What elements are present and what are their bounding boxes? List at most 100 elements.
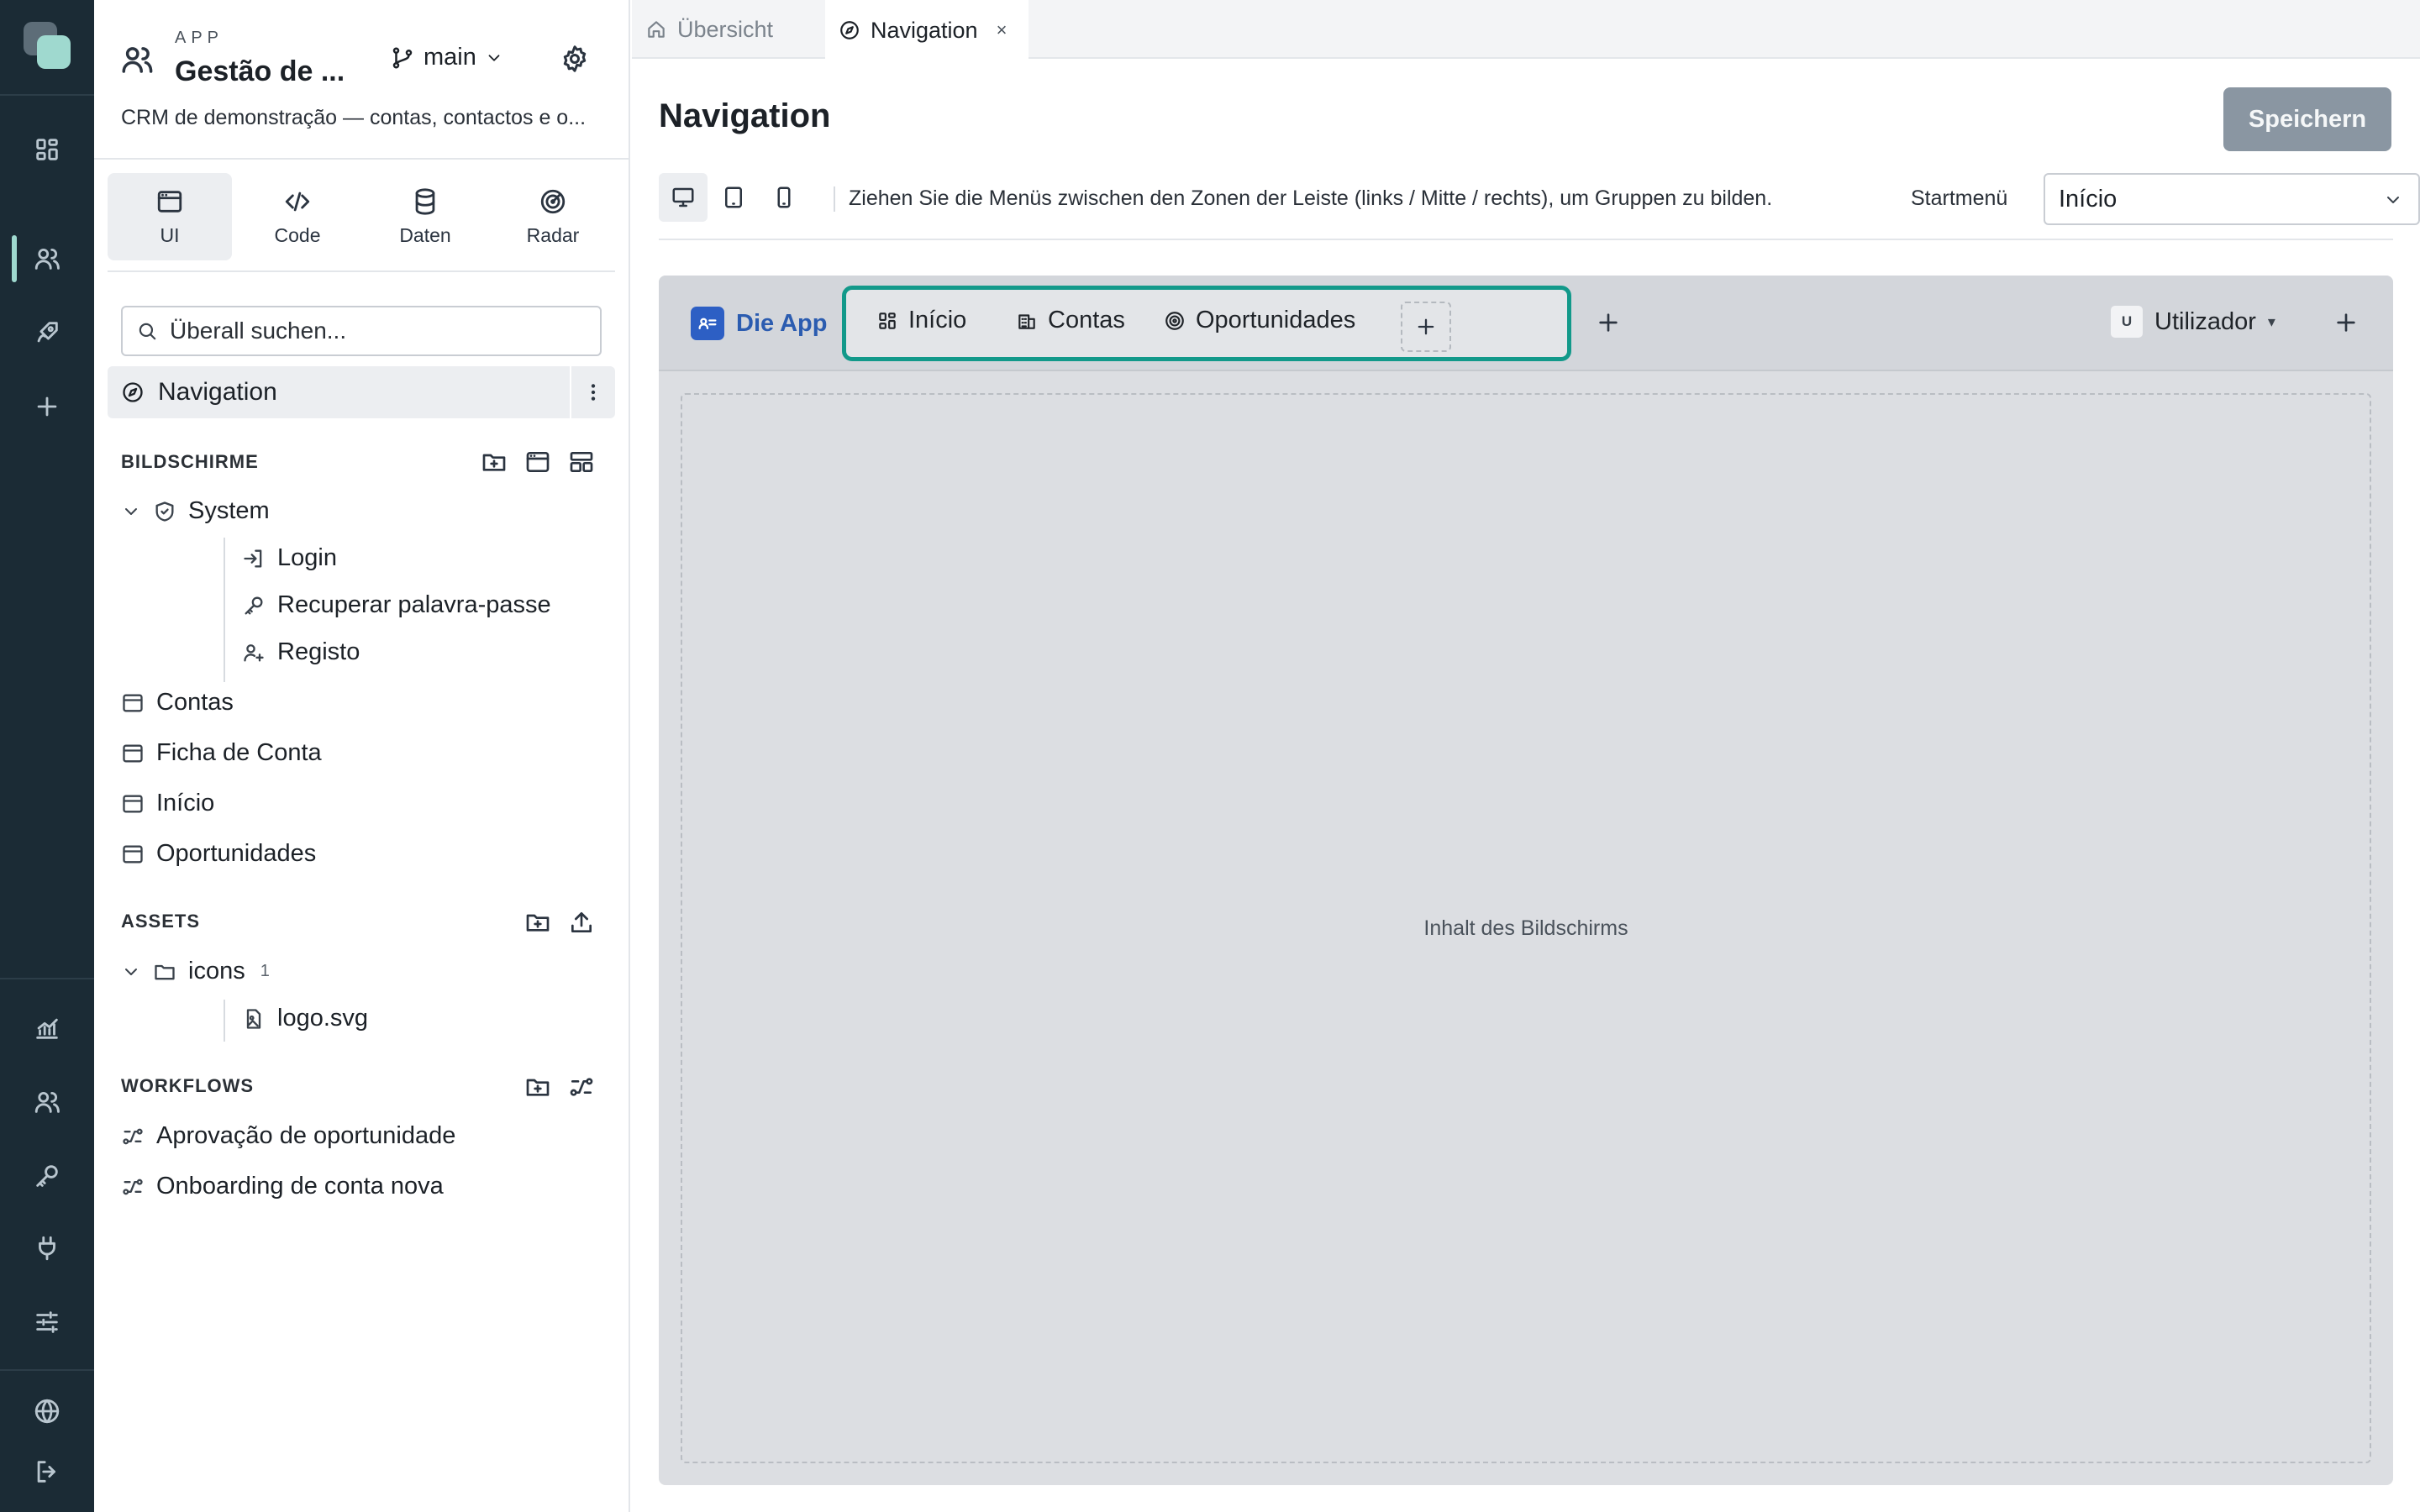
mobile-view-button[interactable] bbox=[760, 173, 808, 222]
new-screen-icon[interactable] bbox=[524, 449, 551, 475]
tablet-view-button[interactable] bbox=[709, 173, 758, 222]
git-branch-icon bbox=[392, 47, 413, 68]
workflow-item-onboarding[interactable]: Onboarding de conta nova bbox=[121, 1173, 444, 1200]
plug-icon[interactable] bbox=[30, 1231, 64, 1265]
sidebar-item-navigation[interactable]: Navigation bbox=[108, 366, 615, 418]
preview-canvas: Die App Início Contas Oportunidades U Ut… bbox=[659, 276, 2393, 1485]
chevron-down-icon bbox=[125, 968, 137, 975]
menu-item-label: Início bbox=[908, 307, 967, 333]
tree-label: Registo bbox=[277, 638, 360, 665]
tree-item-inicio[interactable]: Início bbox=[121, 790, 214, 817]
search-input[interactable] bbox=[170, 318, 590, 344]
search-box[interactable] bbox=[121, 306, 602, 356]
upload-icon[interactable] bbox=[568, 909, 595, 936]
workflow-item-approval[interactable]: Aprovação de oportunidade bbox=[121, 1122, 455, 1150]
tab-navigation[interactable]: Navigation × bbox=[825, 0, 1028, 60]
key-icon[interactable] bbox=[30, 1159, 64, 1193]
desktop-view-button[interactable] bbox=[659, 173, 708, 222]
menu-item-contas[interactable]: Contas bbox=[1016, 307, 1125, 334]
tree-label: Ficha de Conta bbox=[156, 739, 322, 766]
branch-selector[interactable]: main bbox=[390, 44, 503, 71]
globe-icon[interactable] bbox=[30, 1394, 64, 1428]
avatar: U bbox=[2111, 306, 2143, 338]
close-icon[interactable]: × bbox=[997, 19, 1007, 41]
mode-tab-radar[interactable]: Radar bbox=[491, 173, 615, 260]
add-right-zone-icon[interactable] bbox=[2333, 309, 2360, 336]
preview-user-menu[interactable]: U Utilizador ▾ bbox=[2111, 306, 2275, 338]
more-options-icon[interactable] bbox=[570, 366, 615, 418]
tree-guide bbox=[224, 538, 225, 682]
tab-label: Übersicht bbox=[677, 16, 774, 42]
radar-icon bbox=[540, 189, 566, 213]
people-icon[interactable] bbox=[30, 242, 64, 276]
tree-item-logo-svg[interactable]: logo.svg bbox=[242, 1005, 368, 1032]
tree-item-ficha-de-conta[interactable]: Ficha de Conta bbox=[121, 739, 322, 767]
plus-icon bbox=[1418, 318, 1434, 335]
mode-tab-label: Radar bbox=[526, 223, 580, 246]
chart-icon[interactable] bbox=[30, 1011, 64, 1045]
save-button[interactable]: Speichern bbox=[2223, 87, 2391, 151]
left-rail bbox=[0, 0, 94, 1512]
users-icon[interactable] bbox=[30, 1085, 64, 1119]
rail-divider bbox=[0, 1369, 94, 1371]
home-icon bbox=[648, 21, 665, 38]
tree-item-password-recovery[interactable]: Recuperar palavra-passe bbox=[242, 591, 551, 619]
new-folder-icon[interactable] bbox=[524, 909, 551, 936]
logout-icon[interactable] bbox=[30, 1455, 64, 1488]
gear-icon[interactable] bbox=[560, 44, 590, 74]
divider bbox=[834, 186, 835, 212]
rocket-icon[interactable] bbox=[30, 316, 64, 349]
folder-count: 1 bbox=[260, 962, 270, 980]
new-folder-icon[interactable] bbox=[481, 449, 508, 475]
compass-icon bbox=[840, 21, 859, 39]
app-title[interactable]: Gestão de ... bbox=[175, 55, 345, 88]
add-center-zone-icon[interactable] bbox=[1595, 309, 1622, 336]
assets-actions bbox=[524, 909, 595, 936]
tree-label: Aprovação de oportunidade bbox=[156, 1122, 456, 1149]
layout-template-icon[interactable] bbox=[568, 449, 595, 475]
sliders-icon[interactable] bbox=[30, 1305, 64, 1339]
workflow-icon bbox=[123, 1179, 143, 1194]
workflow-icon[interactable] bbox=[568, 1074, 595, 1100]
tree-label: logo.svg bbox=[277, 1005, 369, 1032]
plus-icon[interactable] bbox=[30, 390, 64, 423]
tree-label: Login bbox=[277, 544, 337, 571]
search-icon bbox=[139, 323, 156, 340]
app-header: APP Gestão de ... main CRM de demonstraç… bbox=[94, 0, 629, 160]
tree-item-contas[interactable]: Contas bbox=[121, 689, 234, 717]
mode-tab-label: Daten bbox=[399, 223, 451, 246]
start-menu-select[interactable]: Início bbox=[2044, 173, 2420, 225]
tree-item-register[interactable]: Registo bbox=[242, 638, 360, 666]
branch-name: main bbox=[424, 44, 476, 71]
tab-overview[interactable]: Übersicht bbox=[632, 0, 825, 59]
tree-label: Contas bbox=[156, 689, 234, 716]
section-heading-workflows: WORKFLOWS bbox=[121, 1075, 255, 1096]
mode-tabs: UI Code Daten Radar bbox=[108, 173, 615, 260]
tab-label: Navigation bbox=[871, 17, 978, 43]
dashboard-icon[interactable] bbox=[30, 133, 64, 166]
tree-folder-system[interactable]: System bbox=[121, 497, 270, 525]
preview-app-bar: Die App Início Contas Oportunidades U Ut… bbox=[659, 276, 2393, 371]
menu-item-inicio[interactable]: Início bbox=[876, 307, 966, 334]
menu-item-oportunidades[interactable]: Oportunidades bbox=[1164, 307, 1355, 334]
preview-brand[interactable]: Die App bbox=[691, 307, 827, 340]
tree-item-login[interactable]: Login bbox=[242, 544, 337, 572]
rail-divider bbox=[0, 94, 94, 96]
menu-drop-zone-left[interactable]: Início Contas Oportunidades bbox=[842, 286, 1571, 361]
chevron-down-icon bbox=[488, 54, 500, 61]
tree-item-oportunidades[interactable]: Oportunidades bbox=[121, 840, 316, 868]
workflows-actions bbox=[524, 1074, 595, 1100]
workflow-icon bbox=[123, 1128, 143, 1144]
target-icon bbox=[1165, 311, 1184, 330]
add-menu-item-button[interactable] bbox=[1401, 302, 1451, 352]
mode-tab-data[interactable]: Daten bbox=[363, 173, 487, 260]
rail-active-indicator bbox=[12, 235, 17, 282]
logo[interactable] bbox=[24, 22, 71, 69]
mode-tab-ui[interactable]: UI bbox=[108, 173, 232, 260]
window-icon bbox=[123, 694, 143, 711]
tree-label: Onboarding de conta nova bbox=[156, 1173, 444, 1200]
mode-tab-code[interactable]: Code bbox=[235, 173, 360, 260]
login-icon bbox=[244, 549, 262, 567]
new-folder-icon[interactable] bbox=[524, 1074, 551, 1100]
tree-folder-icons[interactable]: icons 1 bbox=[121, 958, 270, 985]
